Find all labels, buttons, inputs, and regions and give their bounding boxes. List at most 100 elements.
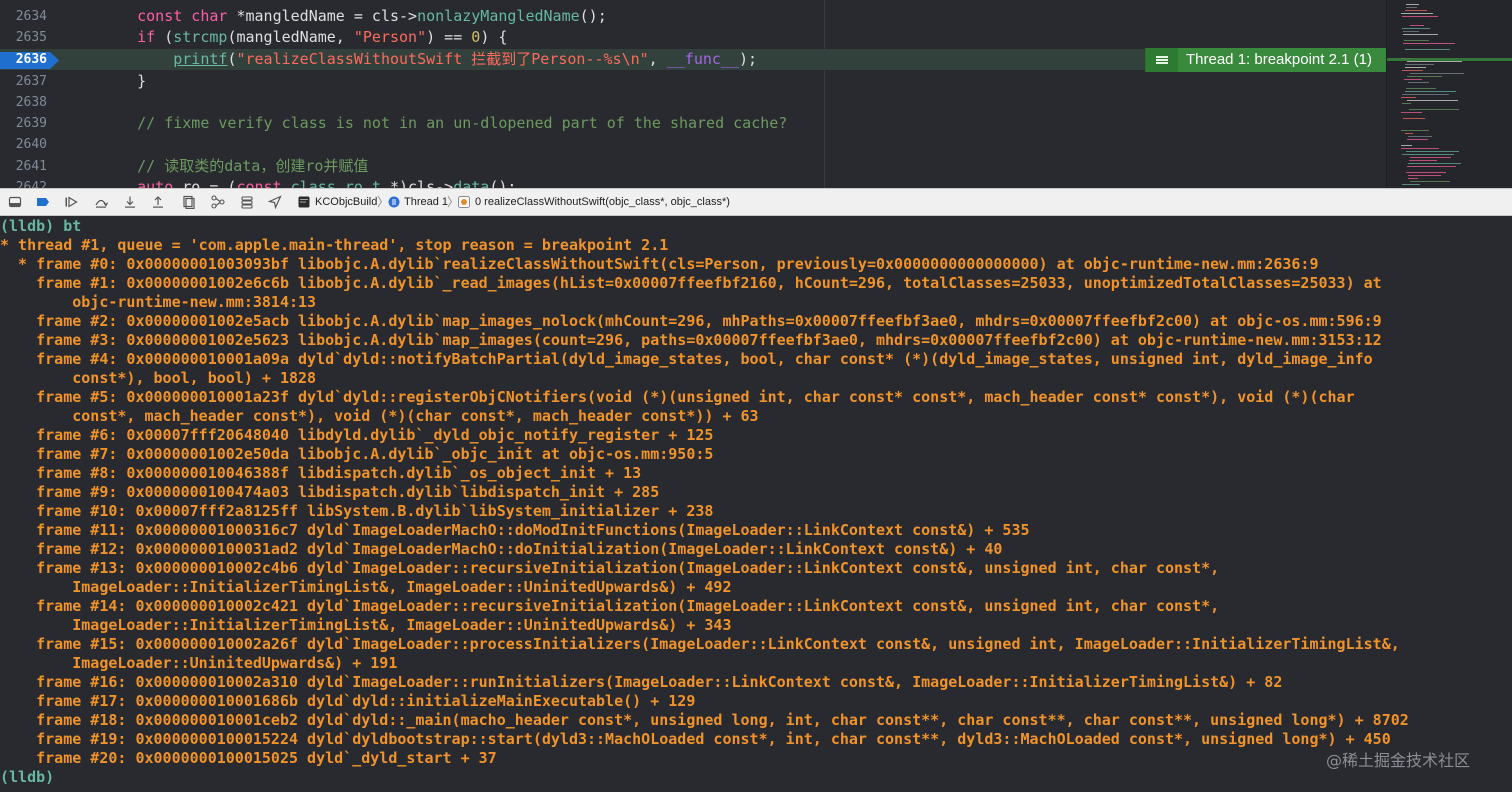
minimap[interactable]	[1386, 0, 1512, 188]
code-text: }	[101, 71, 146, 92]
source-editor[interactable]: 2634 const char *mangledName = cls->nonl…	[0, 0, 1512, 188]
code-text: // 读取类的data，创建ro并赋值	[101, 156, 368, 177]
code-token: 0	[471, 28, 481, 46]
minimap-line	[1405, 91, 1456, 92]
line-number: 2642	[15, 180, 47, 188]
console-output-line: frame #15: 0x000000010002a26f dyld`Image…	[0, 634, 1400, 653]
thread-badge-label: Thread 1: breakpoint 2.1 (1)	[1186, 51, 1372, 68]
minimap-line	[1406, 151, 1459, 152]
console-output-line: frame #6: 0x00007fff20648040 libdyld.dyl…	[0, 425, 714, 444]
code-token: nonlazyMangledName	[417, 7, 580, 25]
code-text: if (strcmp(mangledName, "Person") == 0) …	[101, 27, 507, 48]
line-number: 2634	[15, 9, 47, 24]
code-line[interactable]: 2637 }	[0, 71, 1386, 92]
code-token: *mangledName = cls->	[236, 7, 418, 25]
code-token: strcmp	[173, 28, 228, 46]
step-into-icon[interactable]	[123, 195, 137, 209]
minimap-line	[1403, 118, 1425, 119]
location-icon[interactable]	[268, 195, 282, 209]
code-token: __func__	[666, 50, 739, 68]
code-token: printf	[173, 50, 228, 68]
console-output-line: frame #1: 0x00000001002e6c6b libobjc.A.d…	[0, 273, 1382, 292]
breakpoints-toggle-icon[interactable]	[36, 195, 50, 209]
minimap-line	[1407, 139, 1428, 140]
code-text: const char *mangledName = cls->nonlazyMa…	[101, 6, 607, 27]
code-token: ();	[579, 7, 607, 25]
line-number: 2635	[15, 30, 47, 45]
minimap-line	[1408, 163, 1461, 164]
code-line[interactable]: 2635 if (strcmp(mangledName, "Person") =…	[0, 27, 1386, 48]
continue-icon[interactable]	[64, 195, 78, 209]
code-line[interactable]: 2639 // fixme verify class is not in an …	[0, 113, 1386, 134]
code-token: auto	[101, 178, 183, 188]
console-output-line: frame #12: 0x0000000100031ad2 dyld`Image…	[0, 539, 1003, 558]
minimap-line	[1409, 160, 1437, 161]
code-token: "realizeClassWithoutSwift 拦截到了Person--%s…	[236, 50, 649, 68]
minimap-line	[1407, 76, 1442, 77]
minimap-line	[1407, 166, 1456, 167]
console-output-line: frame #19: 0x0000000100015224 dyld`dyldb…	[0, 729, 1391, 748]
code-text: // fixme verify class is not in an un-dl…	[101, 113, 787, 134]
minimap-line	[1403, 43, 1455, 44]
code-token: );	[738, 50, 758, 68]
hide-console-icon[interactable]	[8, 195, 22, 209]
console-output-line: frame #13: 0x000000010002c4b6 dyld`Image…	[0, 558, 1220, 577]
console-output-line: frame #16: 0x000000010002a310 dyld`Image…	[0, 672, 1283, 691]
code-line[interactable]: 2641 // 读取类的data，创建ro并赋值	[0, 156, 1386, 177]
console-prompt-line: (lldb) bt	[0, 217, 81, 236]
console-prompt-line: (lldb)	[0, 768, 54, 787]
console-output-line: frame #2: 0x00000001002e5acb libobjc.A.d…	[0, 311, 1382, 330]
code-line[interactable]: 2638	[0, 92, 1386, 113]
debug-console[interactable]: (lldb) bt * thread #1, queue = 'com.apple…	[0, 216, 1512, 792]
minimap-line	[1410, 73, 1464, 74]
minimap-line	[1401, 145, 1412, 146]
line-number: 2637	[15, 74, 47, 89]
code-lines: 2634 const char *mangledName = cls->nonl…	[0, 0, 1386, 188]
code-token: const	[236, 178, 291, 188]
minimap-line	[1403, 34, 1438, 35]
hamburger-icon[interactable]	[1146, 48, 1178, 72]
breadcrumb-thread[interactable]: Thread 1	[404, 189, 448, 215]
console-output-line: * frame #0: 0x00000001003093bf libobjc.A…	[0, 254, 1319, 273]
code-line[interactable]: 2634 const char *mangledName = cls->nonl…	[0, 6, 1386, 27]
minimap-line	[1402, 16, 1438, 17]
lldb-command[interactable]: bt	[54, 217, 81, 235]
page-guide	[824, 0, 825, 188]
code-line[interactable]: 2642 auto ro = (const class_ro_t *)cls->…	[0, 177, 1386, 188]
line-number: 2639	[15, 116, 47, 131]
console-output-line: frame #7: 0x00000001002e50da libobjc.A.d…	[0, 444, 714, 463]
breadcrumb-target[interactable]: KCObjcBuild	[315, 189, 377, 215]
minimap-line	[1406, 7, 1417, 8]
code-text: auto ro = (const class_ro_t *)cls->data(…	[101, 177, 516, 188]
code-token: // 读取类的data，创建ro并赋值	[101, 157, 369, 175]
minimap-line	[1403, 31, 1419, 32]
code-token: }	[101, 72, 147, 90]
code-text: printf("realizeClassWithoutSwift 拦截到了Per…	[101, 49, 757, 70]
thread-stop-badge[interactable]: Thread 1: breakpoint 2.1 (1)	[1145, 48, 1387, 72]
console-output-line: * thread #1, queue = 'com.apple.main-thr…	[0, 235, 669, 254]
breadcrumb-frame[interactable]: 0 realizeClassWithoutSwift(objc_class*, …	[475, 189, 730, 215]
minimap-line	[1402, 103, 1411, 104]
console-output-line: frame #18: 0x000000010001ceb2 dyld`dyld:…	[0, 710, 1409, 729]
code-token: "Person"	[353, 28, 427, 46]
code-line[interactable]: 2640	[0, 134, 1386, 155]
console-output-line: frame #14: 0x000000010002c421 dyld`Image…	[0, 596, 1220, 615]
stack-frame-icon	[458, 196, 470, 208]
code-token: ) ==	[426, 28, 472, 46]
view-hierarchy-icon[interactable]	[182, 195, 196, 209]
minimap-line	[1405, 133, 1413, 134]
console-output-line: frame #11: 0x00000001000316c7 dyld`Image…	[0, 520, 1030, 539]
minimap-line	[1401, 13, 1433, 14]
console-output-line: frame #20: 0x0000000100015025 dyld`_dyld…	[0, 748, 497, 767]
step-out-icon[interactable]	[151, 195, 165, 209]
console-output-line: frame #3: 0x00000001002e5623 libobjc.A.d…	[0, 330, 1382, 349]
environment-icon[interactable]	[240, 195, 254, 209]
minimap-current-line	[1387, 58, 1512, 61]
memory-graph-icon[interactable]	[211, 195, 225, 209]
code-token: (mangledName,	[227, 28, 354, 46]
console-output-line: const*), bool, bool) + 1828	[0, 368, 317, 387]
step-over-icon[interactable]	[94, 195, 108, 209]
debug-bar: KCObjcBuild 〉 Thread 1 〉 0 realizeClassW…	[0, 188, 1512, 216]
code-token: *)cls->	[380, 178, 454, 188]
minimap-line	[1406, 4, 1419, 5]
